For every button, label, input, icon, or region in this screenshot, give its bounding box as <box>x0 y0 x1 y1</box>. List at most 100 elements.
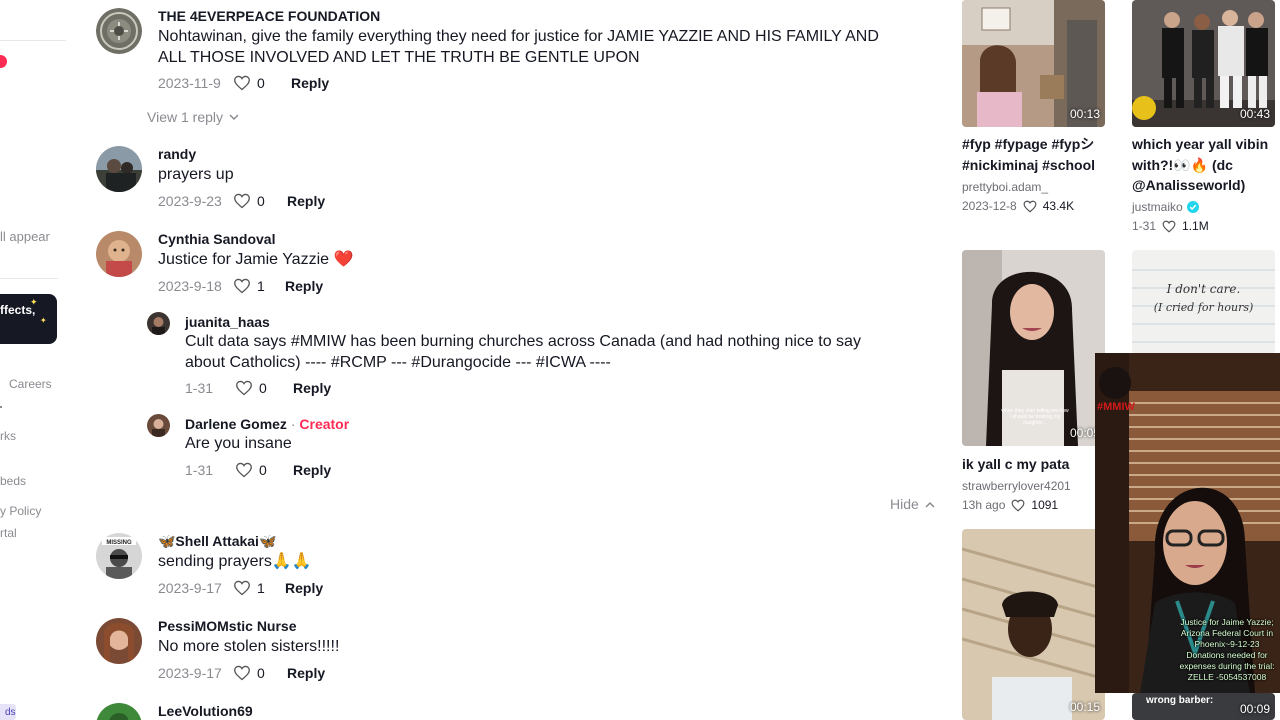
comment-actions: 2023-9-17 1 Reply <box>158 580 323 596</box>
video-thumbnail[interactable]: wrong barber: 00:09 <box>1132 693 1275 720</box>
reply-actions: 1-31 0 Reply <box>185 380 331 396</box>
svg-text:MISSING: MISSING <box>106 540 132 546</box>
footer-link-works[interactable]: rks <box>0 429 16 443</box>
comment-date: 2023-9-17 <box>158 580 222 596</box>
video-card[interactable]: when they start telling me how I should … <box>962 250 1112 520</box>
video-thumbnail[interactable]: 00:13 <box>962 0 1105 127</box>
comment-author[interactable]: THE 4EVERPEACE FOUNDATION <box>158 8 380 24</box>
heart-icon[interactable] <box>233 580 251 596</box>
comment-text: prayers up <box>158 166 234 183</box>
comment-text: Justice for Jamie Yazzie ❤️ <box>158 251 354 268</box>
comment-date: 2023-9-23 <box>158 193 222 209</box>
video-title[interactable]: #fyp #fypage #fypシ #nickiminaj #school <box>962 134 1112 175</box>
video-card[interactable]: 00:13 #fyp #fypage #fypシ #nickiminaj #sc… <box>962 0 1112 240</box>
video-card[interactable]: I don't care. (I cried for hours) <box>1132 250 1280 354</box>
comment-item: PessiMOMstic Nurse No more stolen sister… <box>90 618 950 688</box>
video-overlay-text: (I cried for hours) <box>1153 301 1254 314</box>
video-title[interactable]: ik yall c my pata <box>962 454 1112 475</box>
comment-item: Cynthia Sandoval Justice for Jamie Yazzi… <box>90 231 950 301</box>
view-replies-label: View 1 reply <box>147 109 224 125</box>
view-replies-button[interactable]: View 1 reply <box>147 109 239 125</box>
like-count: 0 <box>257 665 265 681</box>
comment-list: THE 4EVERPEACE FOUNDATION Nohtawinan, gi… <box>90 0 950 720</box>
reply-item: juanita_haas Cult data says #MMIW has be… <box>90 312 950 397</box>
floating-video-player[interactable]: #MMIW Justice for Jaime Yazzie; Arizona … <box>1095 353 1280 693</box>
heart-icon[interactable] <box>233 193 251 209</box>
heart-icon[interactable] <box>233 278 251 294</box>
avatar[interactable] <box>96 703 142 720</box>
comment-text: sending prayers🙏🙏 <box>158 553 312 570</box>
comment-author[interactable]: Cynthia Sandoval <box>158 231 275 247</box>
reply-author[interactable]: juanita_haas <box>185 314 270 330</box>
comment-date: 2023-9-17 <box>158 665 222 681</box>
comment-author[interactable]: LeeVolution69 <box>158 703 253 719</box>
footer-link-embeds[interactable]: beds <box>0 474 26 488</box>
video-card[interactable]: 00:15 <box>962 529 1105 720</box>
video-overlay-text: when they start telling me how I should … <box>1001 408 1069 426</box>
effects-promo-button[interactable]: ffects, ✦ ✦ <box>0 294 57 344</box>
avatar[interactable] <box>96 618 142 664</box>
video-stats: 13h ago 1091 <box>962 498 1058 512</box>
reply-button[interactable]: Reply <box>285 580 323 596</box>
heart-icon[interactable] <box>235 380 253 396</box>
comment-item: THE 4EVERPEACE FOUNDATION Nohtawinan, gi… <box>90 8 950 98</box>
sidebar-notice-text: ll appear <box>0 229 50 244</box>
video-duration: 00:13 <box>1069 107 1100 121</box>
reply-author[interactable]: Darlene Gomez · Creator <box>185 416 349 432</box>
reply-button[interactable]: Reply <box>287 665 325 681</box>
comment-item: MISSING 🦋Shell Attakai🦋 sending prayers🙏… <box>90 533 950 603</box>
verified-icon <box>1186 201 1199 213</box>
reply-button[interactable]: Reply <box>293 462 331 478</box>
footer-link-careers[interactable]: Careers <box>9 377 52 391</box>
comment-actions: 2023-9-23 0 Reply <box>158 193 325 209</box>
comment-text: No more stolen sisters!!!!! <box>158 638 340 655</box>
comment-author[interactable]: PessiMOMstic Nurse <box>158 618 297 634</box>
divider <box>0 278 58 279</box>
like-count: 0 <box>257 75 265 91</box>
reply-item: Darlene Gomez · Creator Are you insane 1… <box>90 414 950 484</box>
video-author[interactable]: justmaiko <box>1132 200 1183 214</box>
reply-button[interactable]: Reply <box>291 75 329 91</box>
reply-button[interactable]: Reply <box>287 193 325 209</box>
avatar[interactable]: MISSING <box>96 533 142 579</box>
avatar[interactable] <box>147 312 170 335</box>
hide-label: Hide <box>890 496 919 512</box>
footer-link-privacy-policy[interactable]: y Policy <box>0 504 41 518</box>
video-author[interactable]: strawberrylover4201 <box>962 479 1071 493</box>
heart-icon[interactable] <box>233 665 251 681</box>
reply-date: 1-31 <box>185 380 214 396</box>
video-card[interactable]: wrong barber: 00:09 <box>1132 693 1280 720</box>
reply-button[interactable]: Reply <box>285 278 323 294</box>
like-count: 0 <box>259 380 267 396</box>
avatar[interactable] <box>96 8 142 54</box>
avatar[interactable] <box>96 231 142 277</box>
reply-button[interactable]: Reply <box>293 380 331 396</box>
sparkle-icon: ✦ <box>30 297 38 307</box>
avatar[interactable] <box>96 146 142 192</box>
footer-link-portal[interactable]: rtal <box>0 526 17 540</box>
like-count: 1 <box>257 278 265 294</box>
hide-replies-button[interactable]: Hide <box>890 496 935 512</box>
avatar[interactable] <box>147 414 170 437</box>
comment-author[interactable]: 🦋Shell Attakai🦋 <box>158 533 276 550</box>
video-thumbnail[interactable]: 00:43 <box>1132 0 1275 127</box>
video-thumbnail[interactable]: when they start telling me how I should … <box>962 250 1105 446</box>
creator-badge: Creator <box>299 416 350 432</box>
video-thumbnail[interactable]: 00:15 <box>962 529 1105 720</box>
video-card[interactable]: 00:43 which year yall vibin with?!👀🔥 (dc… <box>1132 0 1280 240</box>
comment-author[interactable]: randy <box>158 146 196 162</box>
sidebar-badge: ds <box>0 704 16 720</box>
video-thumbnail[interactable]: I don't care. (I cried for hours) <box>1132 250 1275 354</box>
video-author[interactable]: prettyboi.adam_ <box>962 180 1048 194</box>
video-overlay-text: I don't care. <box>1166 282 1241 296</box>
video-likes: 1.1M <box>1182 219 1209 233</box>
video-title[interactable]: which year yall vibin with?!👀🔥 (dc @Anal… <box>1132 134 1280 196</box>
video-stats: 1-31 1.1M <box>1132 219 1209 233</box>
like-count: 0 <box>259 462 267 478</box>
heart-icon[interactable] <box>235 462 253 478</box>
chevron-down-icon <box>229 113 239 120</box>
comment-actions: 2023-9-18 1 Reply <box>158 278 323 294</box>
heart-icon[interactable] <box>233 75 251 91</box>
reply-author-name[interactable]: Darlene Gomez <box>185 416 287 432</box>
like-count: 1 <box>257 580 265 596</box>
